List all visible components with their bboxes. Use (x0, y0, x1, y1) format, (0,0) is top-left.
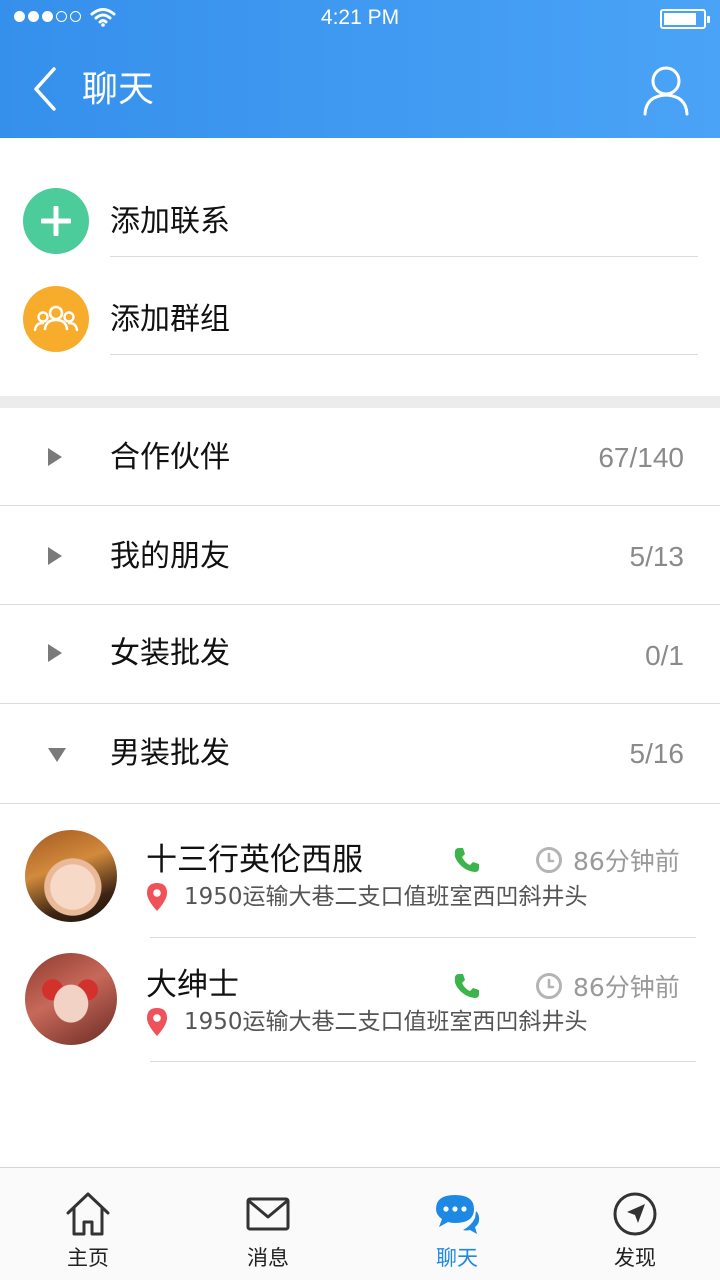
clock-icon (536, 973, 562, 999)
collapsed-arrow-icon (48, 448, 62, 466)
profile-icon[interactable] (642, 64, 690, 116)
contact-time-group: 86分钟前 (535, 969, 680, 1003)
contact-time: 86分钟前 (573, 973, 680, 1002)
chat-screen: 4:21 PM 聊天 添加联系 添加群组 合作伙伴 67/140 我的朋友 5/… (0, 0, 720, 1280)
status-bar: 4:21 PM (0, 0, 720, 40)
mail-icon (246, 1197, 290, 1231)
tab-discover[interactable]: 发现 (575, 1168, 695, 1280)
group-name: 女装批发 (110, 636, 230, 671)
group-row-partners[interactable]: 合作伙伴 67/140 (0, 408, 720, 506)
tab-bar: 主页 消息 聊天 发现 (0, 1167, 720, 1280)
avatar[interactable] (25, 953, 117, 1045)
divider (0, 803, 720, 804)
page-title: 聊天 (82, 69, 155, 110)
location-pin-icon (147, 883, 167, 911)
back-icon[interactable] (30, 66, 60, 112)
compass-icon (613, 1192, 657, 1236)
section-separator (0, 396, 720, 408)
tab-label: 主页 (67, 1246, 109, 1270)
add-group-label: 添加群组 (110, 302, 230, 337)
group-count: 67/140 (598, 442, 684, 473)
group-row-mens-wholesale[interactable]: 男装批发 5/16 (0, 706, 720, 804)
status-time: 4:21 PM (320, 6, 400, 29)
group-name: 我的朋友 (110, 539, 230, 574)
contact-address: 1950运输大巷二支口值班室西凹斜井头 (184, 1009, 588, 1035)
divider (0, 604, 720, 605)
contact-time: 86分钟前 (573, 847, 680, 876)
add-group-row[interactable]: 添加群组 (0, 270, 720, 368)
group-row-womens-wholesale[interactable]: 女装批发 0/1 (0, 606, 720, 704)
expanded-arrow-icon (48, 748, 66, 762)
divider (110, 354, 698, 355)
actions-section: 添加联系 添加群组 (0, 138, 720, 396)
contact-item[interactable]: 十三行英伦西服 86分钟前 1950运输大巷二支口值班室西凹斜井头 (0, 814, 720, 939)
contact-name: 十三行英伦西服 (146, 842, 363, 878)
tab-label: 消息 (247, 1246, 289, 1270)
home-icon (66, 1192, 110, 1236)
phone-icon[interactable] (453, 972, 481, 1000)
add-group-icon (23, 286, 89, 352)
location-pin-icon (147, 1008, 167, 1036)
divider (0, 505, 720, 506)
header-bar: 4:21 PM 聊天 (0, 0, 720, 138)
group-count: 5/13 (629, 541, 685, 572)
add-contact-icon (23, 188, 89, 254)
divider (150, 1061, 696, 1062)
collapsed-arrow-icon (48, 547, 62, 565)
contact-name: 大绅士 (146, 967, 239, 1003)
group-count: 0/1 (645, 640, 684, 671)
group-count: 5/16 (629, 738, 685, 769)
tab-messages[interactable]: 消息 (208, 1168, 328, 1280)
divider (0, 703, 720, 704)
tab-label: 发现 (614, 1246, 656, 1270)
contact-item[interactable]: 大绅士 86分钟前 1950运输大巷二支口值班室西凹斜井头 (0, 938, 720, 1063)
group-row-friends[interactable]: 我的朋友 5/13 (0, 507, 720, 605)
tab-chat[interactable]: 聊天 (397, 1168, 517, 1280)
tab-home[interactable]: 主页 (28, 1168, 148, 1280)
clock-icon (536, 847, 562, 873)
collapsed-arrow-icon (48, 644, 62, 662)
divider (110, 256, 698, 257)
contact-address: 1950运输大巷二支口值班室西凹斜井头 (184, 884, 588, 910)
add-contact-row[interactable]: 添加联系 (0, 172, 720, 270)
contact-time-group: 86分钟前 (535, 843, 680, 877)
group-name: 合作伙伴 (110, 440, 230, 475)
phone-icon[interactable] (453, 846, 481, 874)
battery-icon (660, 9, 710, 29)
chat-icon (436, 1195, 480, 1234)
add-contact-label: 添加联系 (110, 204, 230, 239)
group-name: 男装批发 (110, 736, 230, 771)
tab-label: 聊天 (436, 1246, 478, 1270)
avatar[interactable] (25, 830, 117, 922)
